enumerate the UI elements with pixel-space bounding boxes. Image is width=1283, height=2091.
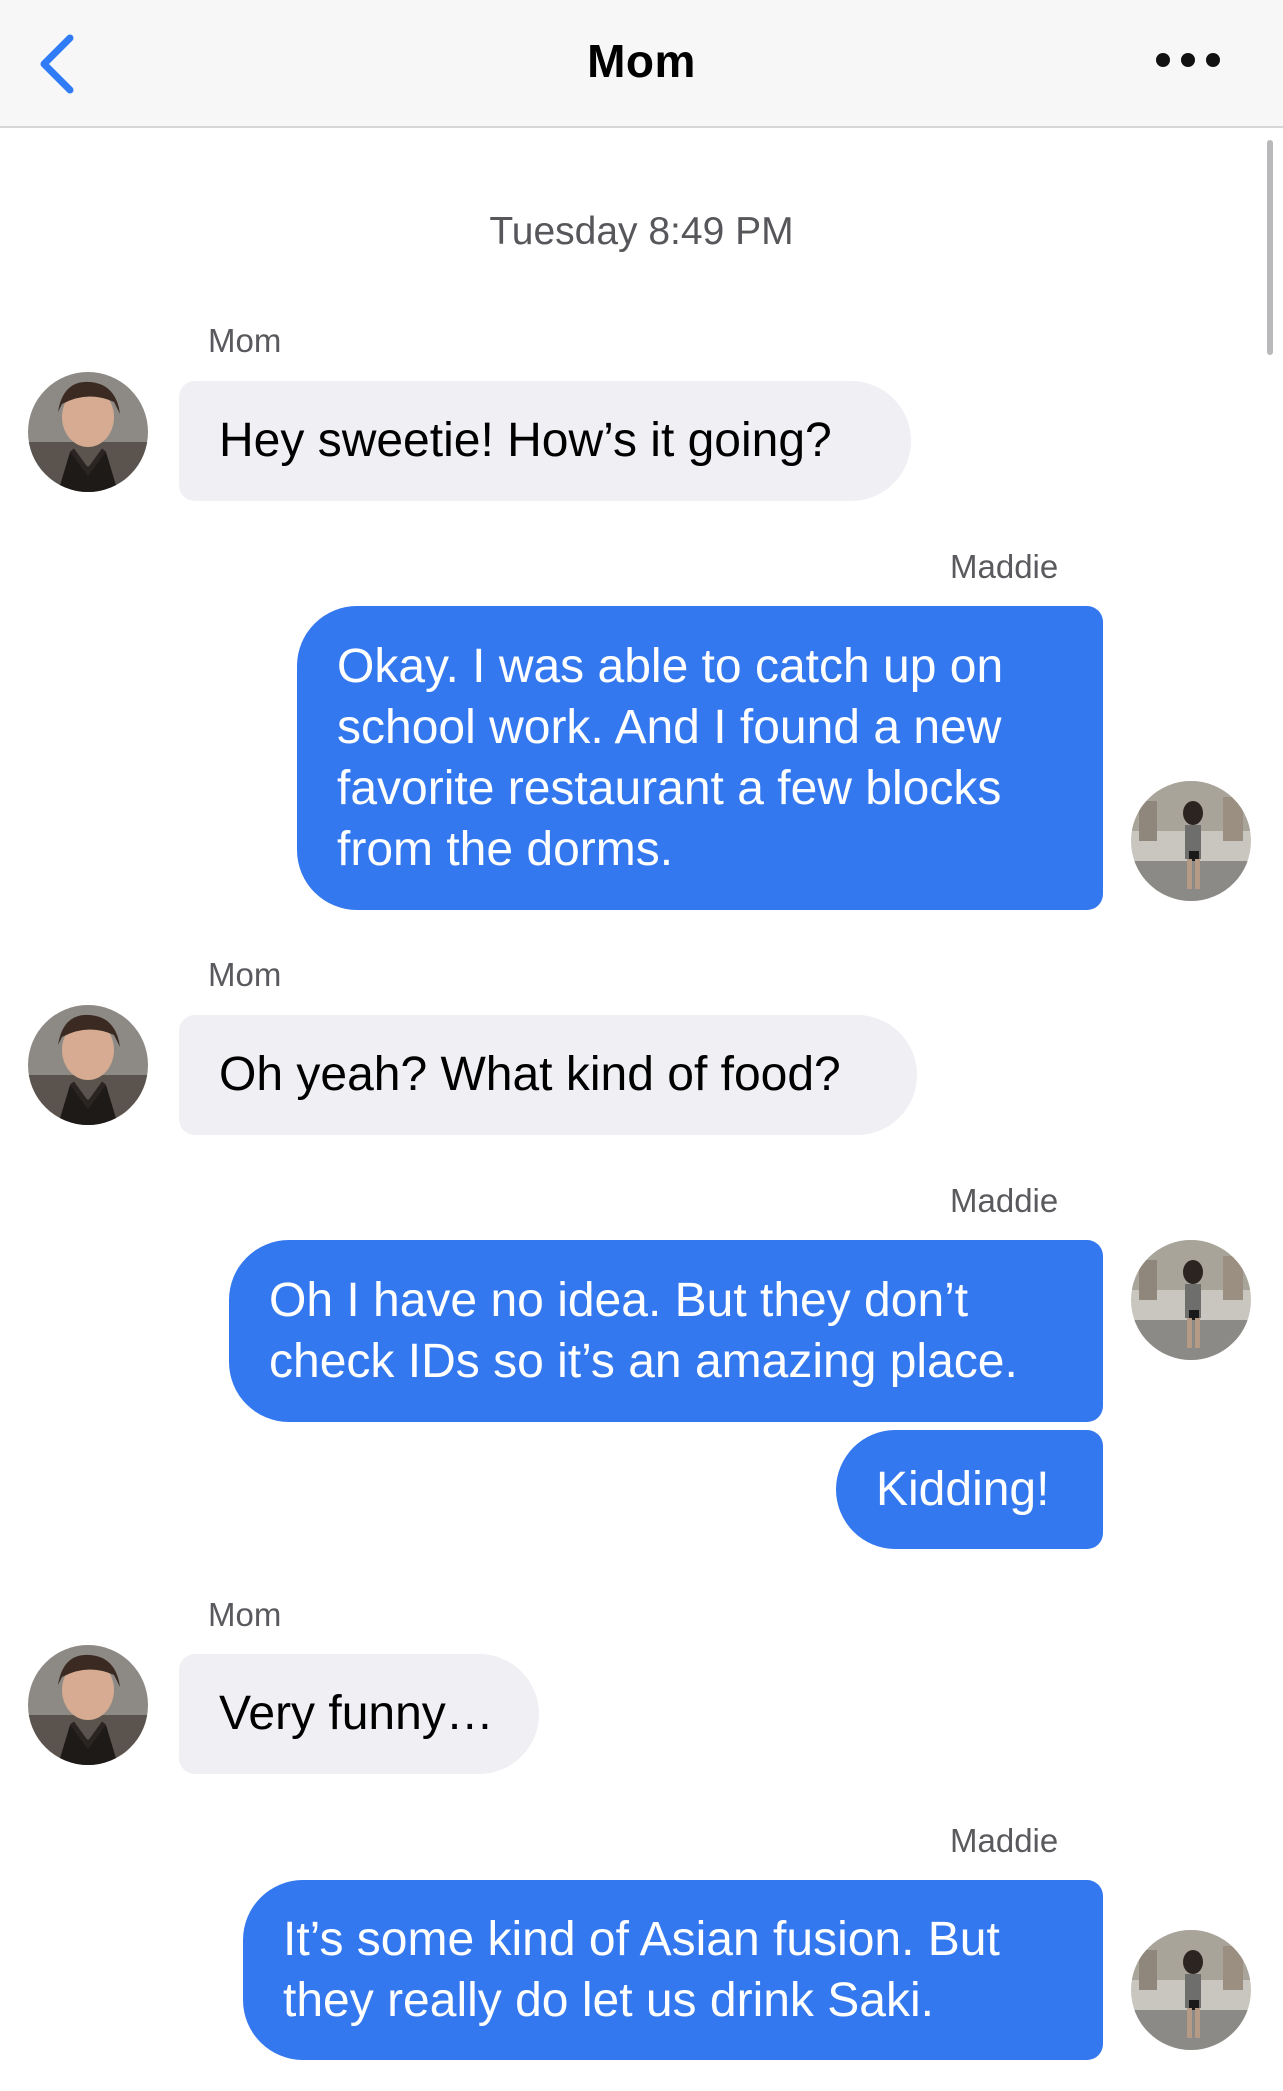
avatar-maddie[interactable]: [1131, 1930, 1251, 2050]
ellipsis-icon[interactable]: [1153, 40, 1223, 80]
message-text: It’s some kind of Asian fusion. But they…: [283, 1913, 1000, 2027]
message-bubble-outgoing[interactable]: It’s some kind of Asian fusion. But they…: [243, 1880, 1103, 2060]
avatar-mom[interactable]: [28, 1645, 148, 1765]
message-bubble-outgoing[interactable]: Okay. I was able to catch up on school w…: [297, 606, 1103, 910]
nav-bar: Mom: [0, 0, 1283, 128]
message-bubble-incoming[interactable]: Very funny…: [179, 1654, 539, 1774]
message-text: Oh I have no idea. But they don’t check …: [269, 1274, 1018, 1388]
sender-name: Mom: [208, 956, 282, 993]
message-text: Oh yeah? What kind of food?: [219, 1048, 841, 1101]
message-bubble-incoming[interactable]: Hey sweetie! How’s it going?: [179, 381, 911, 501]
avatar-mom[interactable]: [28, 372, 148, 492]
message-text: Hey sweetie! How’s it going?: [219, 414, 832, 467]
sender-name: Maddie: [950, 1182, 1059, 1219]
message-bubble-incoming[interactable]: Oh yeah? What kind of food?: [179, 1015, 917, 1135]
avatar-maddie[interactable]: [1131, 1240, 1251, 1360]
message-text: Very funny…: [219, 1687, 494, 1740]
sender-name: Maddie: [950, 1822, 1059, 1859]
avatar-mom[interactable]: [28, 1005, 148, 1125]
avatar-maddie[interactable]: [1131, 781, 1251, 901]
conversation-title: Mom: [587, 35, 696, 87]
sender-name: Maddie: [950, 548, 1059, 585]
sender-name: Mom: [208, 1596, 282, 1633]
message-text: Okay. I was able to catch up on school w…: [337, 640, 1004, 876]
message-bubble-outgoing[interactable]: Oh I have no idea. But they don’t check …: [229, 1240, 1103, 1422]
timestamp: Tuesday 8:49 PM: [489, 210, 794, 253]
message-bubble-outgoing[interactable]: Kidding!: [836, 1430, 1103, 1549]
message-text: Kidding!: [876, 1463, 1050, 1516]
sender-name: Mom: [208, 322, 282, 359]
